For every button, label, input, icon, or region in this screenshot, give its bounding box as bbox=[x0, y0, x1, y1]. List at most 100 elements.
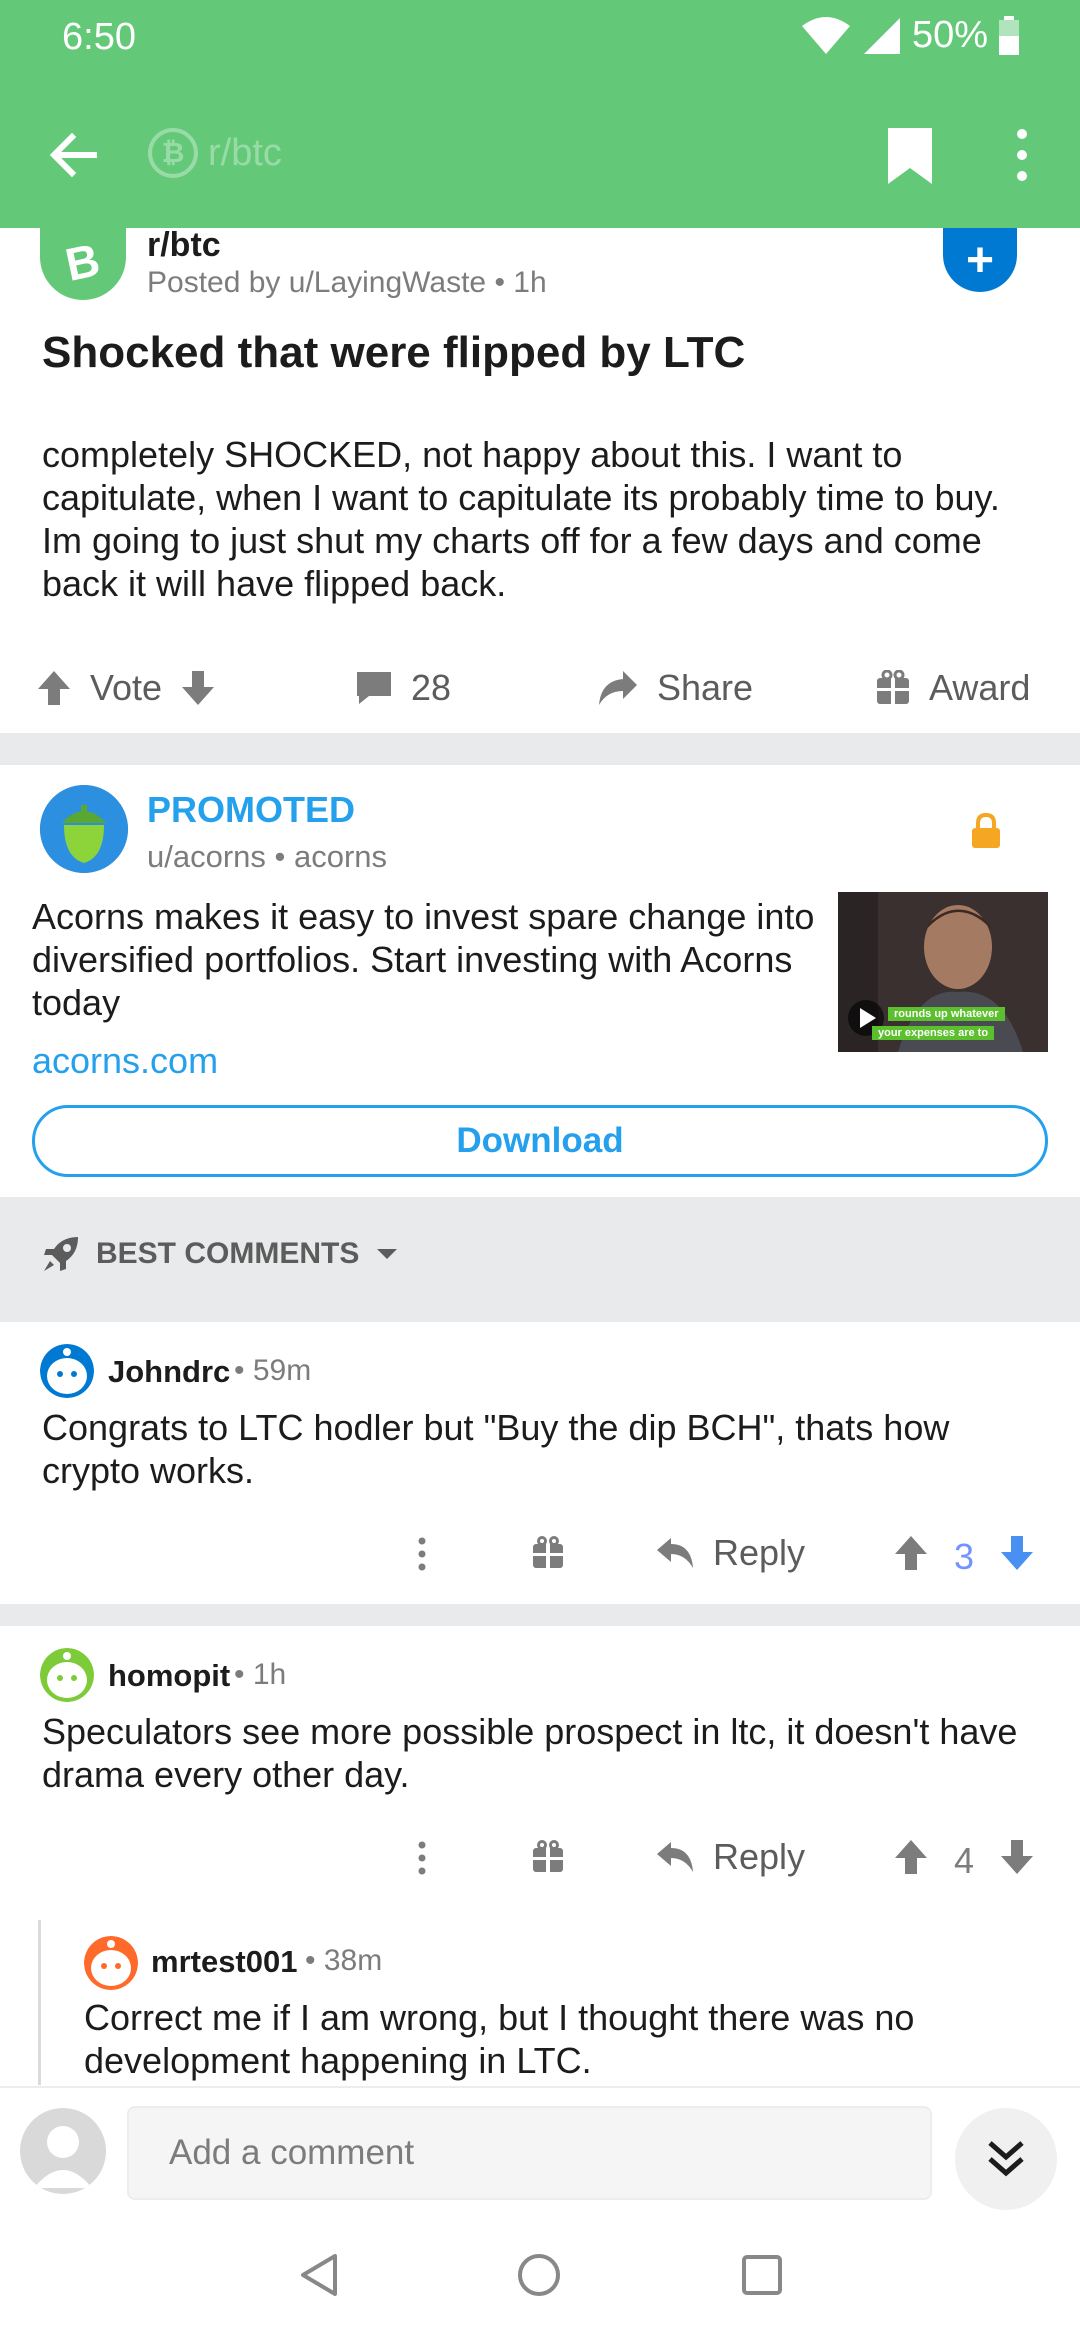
system-nav-bar bbox=[0, 2216, 1080, 2340]
signal-icon bbox=[863, 17, 900, 54]
meta-separator: • bbox=[274, 839, 294, 874]
nav-home-icon[interactable] bbox=[514, 2250, 564, 2300]
current-user-avatar[interactable] bbox=[20, 2108, 106, 2194]
plus-icon: + bbox=[965, 233, 995, 287]
reply-button[interactable]: Reply bbox=[655, 1532, 805, 1574]
snoo-avatar-icon bbox=[84, 1936, 138, 1990]
promo-link[interactable]: acorns.com bbox=[32, 1040, 218, 1082]
gift-icon[interactable] bbox=[531, 1840, 565, 1874]
comment-username[interactable]: mrtest001 bbox=[151, 1944, 297, 1980]
default-avatar-icon bbox=[34, 2126, 92, 2188]
vote-label: Vote bbox=[90, 667, 163, 708]
acorn-icon bbox=[40, 785, 128, 873]
gift-icon bbox=[877, 670, 909, 704]
post: B r/btc Posted by u/LayingWaste • 1h + S… bbox=[0, 226, 1080, 733]
comment-divider bbox=[0, 1604, 1080, 1626]
user-avatar[interactable] bbox=[40, 1648, 94, 1702]
share-button[interactable]: Share bbox=[597, 667, 753, 709]
comments-button[interactable]: 28 bbox=[355, 667, 451, 709]
comment-username[interactable]: Johndrc bbox=[108, 1354, 230, 1390]
post-subreddit[interactable]: r/btc bbox=[147, 226, 221, 265]
reply-icon bbox=[657, 1842, 693, 1872]
toolbar-subreddit[interactable]: ₿ r/btc bbox=[148, 128, 282, 178]
comment-reply: mrtest001 • 38m Correct me if I am wrong… bbox=[60, 1910, 1080, 2086]
promo-text: Acorns makes it easy to invest spare cha… bbox=[32, 896, 815, 1023]
double-chevron-down-icon bbox=[988, 2141, 1024, 2177]
acorns-avatar[interactable] bbox=[40, 785, 128, 873]
battery-icon bbox=[999, 15, 1019, 55]
award-label: Award bbox=[929, 667, 1031, 708]
award-button[interactable]: Award bbox=[875, 667, 1030, 709]
join-button[interactable]: + bbox=[943, 228, 1017, 292]
comment-composer: Add a comment bbox=[0, 2086, 1080, 2216]
add-comment-input[interactable]: Add a comment bbox=[127, 2106, 932, 2200]
add-comment-placeholder: Add a comment bbox=[169, 2133, 415, 2172]
reply-button[interactable]: Reply bbox=[655, 1836, 805, 1878]
comment-age-value: 59m bbox=[252, 1354, 312, 1387]
promoted-post[interactable]: PROMOTED u/acorns • acorns Acorns makes … bbox=[0, 765, 1080, 1197]
share-label: Share bbox=[657, 667, 754, 708]
toolbar-subreddit-name: r/btc bbox=[208, 131, 282, 174]
thumb-caption-1: rounds up whatever bbox=[888, 1007, 1005, 1021]
upvote-icon[interactable] bbox=[36, 669, 72, 707]
app-bar: 6:50 50% ₿ r/btc bbox=[0, 0, 1080, 228]
comment-age: • 38m bbox=[305, 1944, 383, 1977]
post-meta: Posted by u/LayingWaste • 1h bbox=[147, 266, 547, 300]
toolbar: ₿ r/btc bbox=[0, 100, 1080, 210]
vote-group: Vote bbox=[36, 667, 216, 709]
comment: homopit • 1h Speculators see more possib… bbox=[0, 1626, 1080, 1906]
lock-icon bbox=[972, 813, 1000, 848]
download-button[interactable]: Download bbox=[32, 1105, 1048, 1177]
sort-label: BEST COMMENTS bbox=[96, 1237, 360, 1270]
more-options-icon[interactable] bbox=[411, 1536, 433, 1572]
post-body: completely SHOCKED, not happy about this… bbox=[42, 434, 1000, 604]
post-title: Shocked that were flipped by LTC bbox=[42, 328, 746, 377]
bookmark-icon[interactable] bbox=[880, 122, 940, 188]
svg-text:B: B bbox=[61, 234, 104, 291]
more-options-icon[interactable] bbox=[1000, 122, 1044, 188]
meta-separator: • bbox=[494, 266, 514, 299]
nav-back-icon[interactable] bbox=[295, 2250, 345, 2300]
comment-text: Congrats to LTC hodler but "Buy the dip … bbox=[42, 1407, 950, 1491]
comment-text: Correct me if I am wrong, but I thought … bbox=[84, 1997, 915, 2081]
comments-count: 28 bbox=[411, 667, 452, 708]
more-options-icon[interactable] bbox=[411, 1840, 433, 1876]
downvote-icon[interactable] bbox=[999, 1838, 1035, 1876]
reply-icon bbox=[657, 1538, 693, 1568]
promo-video-thumbnail[interactable]: rounds up whatever your expenses are to bbox=[838, 892, 1048, 1052]
thread-line bbox=[38, 1920, 41, 2085]
expand-comments-button[interactable] bbox=[955, 2108, 1057, 2210]
promo-user[interactable]: u/acorns bbox=[147, 839, 266, 874]
comment-username[interactable]: homopit bbox=[108, 1658, 230, 1694]
status-time: 6:50 bbox=[62, 16, 136, 58]
comment-sort-bar: BEST COMMENTS bbox=[0, 1197, 1080, 1322]
upvote-icon[interactable] bbox=[893, 1838, 929, 1876]
user-avatar[interactable] bbox=[40, 1344, 94, 1398]
back-arrow-icon[interactable] bbox=[40, 122, 106, 188]
comment-sort-dropdown[interactable]: BEST COMMENTS bbox=[42, 1235, 399, 1273]
post-author[interactable]: Posted by u/LayingWaste bbox=[147, 266, 486, 299]
nav-recents-icon[interactable] bbox=[737, 2250, 787, 2300]
rocket-icon bbox=[44, 1237, 78, 1271]
comment-age-value: 1h bbox=[252, 1658, 287, 1691]
comment-age: • 59m bbox=[234, 1354, 312, 1387]
downvote-icon[interactable] bbox=[999, 1534, 1035, 1572]
comment-score: 3 bbox=[954, 1536, 975, 1577]
upvote-icon[interactable] bbox=[893, 1534, 929, 1572]
promo-community: acorns bbox=[294, 839, 388, 874]
user-avatar[interactable] bbox=[84, 1936, 138, 1990]
reply-label: Reply bbox=[713, 1836, 806, 1877]
post-actions: Vote 28 Share Award bbox=[0, 648, 1080, 728]
status-bar: 6:50 50% bbox=[0, 0, 1080, 80]
comment-text: Speculators see more possible prospect i… bbox=[42, 1711, 1018, 1795]
comment-age: • 1h bbox=[234, 1658, 287, 1691]
subreddit-avatar[interactable]: B bbox=[40, 228, 126, 300]
thumb-caption-2: your expenses are to bbox=[872, 1026, 995, 1040]
status-icons: 50% bbox=[800, 14, 1020, 57]
caret-down-icon bbox=[377, 1249, 398, 1259]
promo-meta: u/acorns • acorns bbox=[147, 839, 387, 875]
post-age: 1h bbox=[513, 266, 547, 299]
battery-level: 50% bbox=[911, 14, 988, 56]
downvote-icon[interactable] bbox=[180, 669, 216, 707]
gift-icon[interactable] bbox=[531, 1536, 565, 1570]
